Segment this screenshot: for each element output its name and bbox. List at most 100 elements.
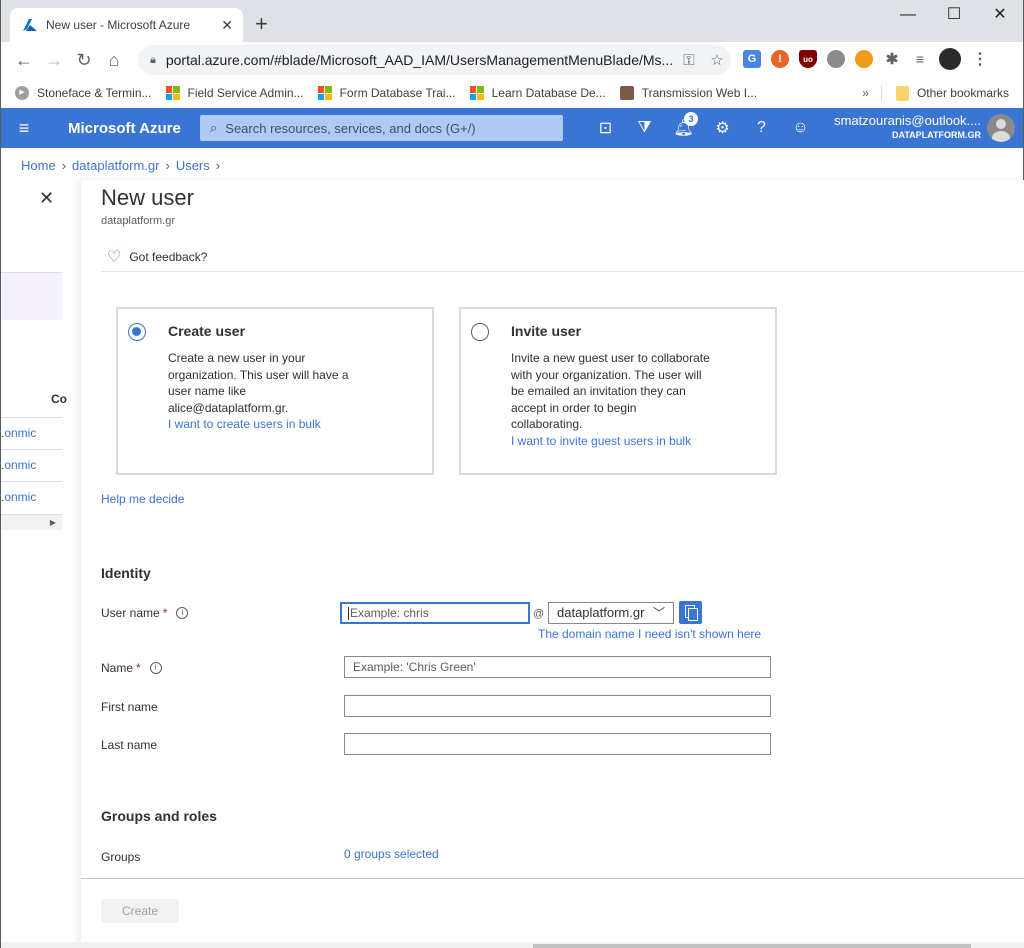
bookmark-star-icon[interactable]: ☆	[703, 51, 731, 69]
media-control-icon[interactable]: ≡	[911, 50, 929, 68]
domain-value: dataplatform.gr	[557, 605, 645, 620]
option-title: Invite user	[511, 323, 582, 339]
column-header: Co	[51, 392, 67, 406]
account-tenant: DATAPLATFORM.GR	[892, 130, 981, 140]
azure-search-input[interactable]: ⌕ Search resources, services, and docs (…	[200, 115, 563, 141]
account-info[interactable]: smatzouranis@outlook.... DATAPLATFORM.GR	[834, 113, 981, 140]
address-bar[interactable]: 🔒︎ portal.azure.com/#blade/Microsoft_AAD…	[138, 45, 731, 75]
breadcrumb-users[interactable]: Users	[176, 158, 210, 173]
table-row[interactable]: .onmic	[1, 481, 62, 513]
alert-extension-icon[interactable]: !	[771, 50, 789, 68]
create-user-radio[interactable]	[128, 323, 146, 341]
bookmark-item[interactable]: Field Service Admin...	[165, 86, 304, 100]
honey-extension-icon[interactable]	[855, 50, 873, 68]
feedback-smiley-icon[interactable]: ☺	[781, 119, 820, 137]
create-button[interactable]: Create	[101, 899, 179, 923]
extensions-bar: G ! uo ✱ ≡ ⋮	[743, 48, 989, 70]
browser-tab[interactable]: New user - Microsoft Azure ✕	[10, 8, 243, 42]
bookmark-item[interactable]: Learn Database De...	[469, 86, 606, 100]
more-bookmarks-button[interactable]: »	[862, 86, 869, 100]
horizontal-scrollbar[interactable]: ▶	[1, 514, 62, 530]
puzzle-extensions-icon[interactable]: ✱	[883, 50, 901, 68]
divider	[880, 85, 882, 101]
table-row[interactable]: .onmic	[1, 449, 62, 481]
groups-selected-link[interactable]: 0 groups selected	[344, 847, 439, 861]
invite-bulk-link[interactable]: I want to invite guest users in bulk	[511, 433, 711, 450]
domain-dropdown[interactable]: dataplatform.gr ﹀	[548, 602, 674, 624]
key-icon[interactable]: ⚿	[675, 52, 703, 69]
cloud-shell-icon[interactable]: ⊡	[586, 118, 625, 138]
bookmark-item[interactable]: Transmission Web I...	[619, 86, 758, 100]
play-icon: ▶	[15, 86, 29, 100]
breadcrumb-home[interactable]: Home	[21, 158, 56, 173]
bookmark-label: Learn Database De...	[491, 86, 606, 100]
notifications-bell-icon[interactable]: 🔔︎ 3	[664, 112, 703, 138]
users-blade-background: ✕ Co .onmic .onmic .onmic ▶	[1, 180, 81, 948]
azure-brand[interactable]: Microsoft Azure	[68, 120, 181, 137]
domain-not-shown-link[interactable]: The domain name I need isn't shown here	[538, 627, 761, 641]
invite-user-option[interactable]: Invite user Invite a new guest user to c…	[459, 307, 777, 475]
user-name-label: User name * i	[101, 606, 189, 620]
bookmark-item[interactable]: Form Database Trai...	[317, 86, 456, 100]
feedback-button[interactable]: ♡ Got feedback?	[101, 242, 1024, 272]
option-description-text: Invite a new guest user to collaborate w…	[511, 351, 710, 431]
bookmarks-bar: ▶ Stoneface & Termin... Field Service Ad…	[1, 78, 1023, 108]
copy-icon[interactable]	[679, 601, 702, 624]
ublock-icon[interactable]: uo	[799, 50, 817, 68]
chrome-menu-icon[interactable]: ⋮	[971, 50, 989, 68]
first-name-label: First name	[101, 700, 158, 714]
feedback-label: Got feedback?	[129, 249, 208, 264]
scrollbar-thumb[interactable]	[533, 944, 971, 948]
back-icon[interactable]: ←	[9, 50, 39, 71]
last-name-label: Last name	[101, 738, 157, 752]
grey-extension-icon[interactable]	[827, 50, 845, 68]
info-icon[interactable]: i	[176, 607, 189, 619]
info-icon[interactable]: i	[149, 662, 162, 674]
help-icon[interactable]: ?	[742, 119, 781, 137]
close-blade-icon[interactable]: ✕	[39, 188, 54, 209]
name-label: Name * i	[101, 661, 162, 675]
bookmark-item[interactable]: ▶ Stoneface & Termin...	[15, 86, 152, 100]
maximize-button[interactable]: ☐	[931, 0, 977, 30]
reload-icon[interactable]: ↻	[69, 50, 99, 71]
google-translate-icon[interactable]: G	[743, 50, 761, 68]
header-icons: ⊡ ⧩ 🔔︎ 3 ⚙ ? ☺	[586, 108, 820, 148]
last-name-input[interactable]	[344, 733, 771, 755]
bookmark-label: Stoneface & Termin...	[37, 86, 152, 100]
invite-user-radio[interactable]	[471, 323, 489, 341]
help-me-decide-link[interactable]: Help me decide	[101, 492, 184, 506]
page-subtitle: dataplatform.gr	[101, 215, 175, 227]
option-description: Invite a new guest user to collaborate w…	[511, 350, 711, 449]
settings-gear-icon[interactable]: ⚙	[703, 118, 742, 138]
chevron-right-icon: ›	[165, 158, 170, 173]
create-bulk-link[interactable]: I want to create users in bulk	[168, 416, 368, 433]
page-horizontal-scrollbar[interactable]	[1, 942, 1024, 948]
user-name-input[interactable]: Example: chris	[340, 602, 530, 624]
directory-filter-icon[interactable]: ⧩	[625, 119, 664, 137]
groups-heading: Groups and roles	[101, 808, 217, 824]
microsoft-icon	[469, 86, 484, 100]
minimize-button[interactable]: —	[885, 0, 931, 30]
bookmark-label: Transmission Web I...	[641, 86, 758, 100]
breadcrumb-tenant[interactable]: dataplatform.gr	[72, 158, 159, 173]
new-tab-button[interactable]: +	[255, 12, 268, 36]
hamburger-menu-icon[interactable]: ≡	[1, 118, 47, 139]
profile-avatar-icon[interactable]	[939, 48, 961, 70]
tab-strip: New user - Microsoft Azure ✕ + — ☐ ✕	[1, 0, 1023, 42]
forward-icon[interactable]: →	[39, 50, 69, 71]
text-caret	[348, 607, 349, 621]
first-name-input[interactable]	[344, 695, 771, 717]
name-input[interactable]: Example: 'Chris Green'	[344, 656, 771, 678]
azure-header: ≡ Microsoft Azure ⌕ Search resources, se…	[1, 108, 1023, 148]
new-user-blade: New user dataplatform.gr ♡ Got feedback?…	[81, 180, 1024, 948]
home-icon[interactable]: ⌂	[99, 50, 129, 71]
close-tab-icon[interactable]: ✕	[221, 17, 233, 34]
create-user-option[interactable]: Create user Create a new user in your or…	[116, 307, 434, 475]
lock-icon: 🔒︎	[150, 53, 156, 66]
chevron-down-icon: ﹀	[652, 606, 665, 620]
table-row[interactable]: .onmic	[1, 417, 62, 449]
close-window-button[interactable]: ✕	[977, 0, 1023, 30]
option-title: Create user	[168, 323, 246, 339]
other-bookmarks[interactable]: Other bookmarks	[917, 86, 1009, 100]
user-avatar-icon[interactable]	[987, 114, 1015, 142]
